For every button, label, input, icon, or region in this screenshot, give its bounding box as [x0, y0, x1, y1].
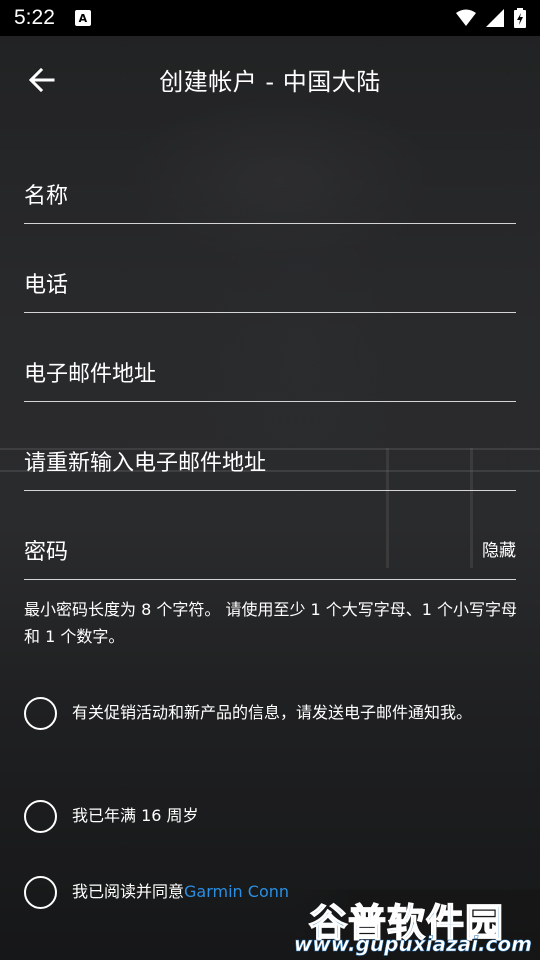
terms-link[interactable]: Garmin Conn [184, 882, 289, 901]
phone-field [24, 225, 516, 313]
password-field: 隐藏 [24, 492, 516, 580]
terms-label: 我已阅读并同意Garmin Conn [72, 876, 289, 905]
status-time: 5:22 [14, 6, 55, 29]
name-input[interactable] [24, 184, 516, 209]
status-bar: 5:22 A [0, 0, 540, 36]
terms-radio[interactable] [24, 876, 57, 909]
age-radio[interactable] [24, 800, 57, 833]
age-option: 我已年满 16 周岁 [24, 800, 518, 833]
notification-a-icon: A [74, 10, 91, 26]
promo-label: 有关促销活动和新产品的信息，请发送电子邮件通知我。 [72, 703, 473, 722]
cell-signal-icon [486, 9, 504, 27]
promo-radio[interactable] [24, 697, 57, 730]
watermark: 谷普软件园 www.gupuxiazai.com [293, 890, 540, 960]
password-visibility-toggle[interactable]: 隐藏 [482, 536, 516, 561]
email-input[interactable] [24, 362, 516, 387]
age-label: 我已年满 16 周岁 [72, 806, 199, 825]
watermark-url: www.gupuxiazai.com [293, 932, 533, 957]
battery-charging-icon [514, 8, 526, 28]
email-field [24, 314, 516, 402]
app-bar: 创建帐户 - 中国大陆 [0, 36, 540, 120]
phone-input[interactable] [24, 273, 516, 298]
name-field [24, 136, 516, 224]
email-confirm-field [24, 403, 516, 491]
page-title: 创建帐户 - 中国大陆 [159, 68, 381, 96]
password-hint: 最小密码长度为 8 个字符。 请使用至少 1 个大写字母、1 个小写字母和 1 … [24, 600, 518, 646]
password-input[interactable] [24, 540, 444, 565]
promo-option: 有关促销活动和新产品的信息，请发送电子邮件通知我。 [24, 697, 518, 730]
terms-prefix: 我已阅读并同意 [72, 882, 185, 901]
wifi-icon [456, 9, 476, 26]
email-confirm-input[interactable] [24, 451, 516, 476]
